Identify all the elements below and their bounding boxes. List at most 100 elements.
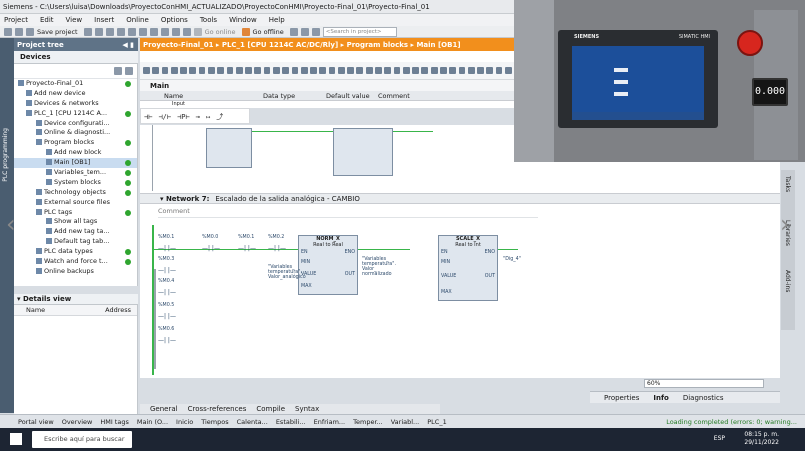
scale-x-block[interactable]: SCALE_X Real to Int EN ENO MIN VALUE OUT… — [438, 235, 498, 301]
editor-tool-icon[interactable] — [198, 67, 206, 74]
open-editor-tab[interactable]: Calenta... — [237, 418, 268, 426]
compile-icon[interactable] — [149, 27, 158, 36]
ladder-canvas[interactable]: ▾ Network 7: Escalado de la salida analó… — [140, 125, 780, 378]
details-col-address[interactable]: Address — [105, 306, 131, 314]
open-editor-tab[interactable]: Tiempos — [201, 418, 228, 426]
contact-symbol[interactable]: —| |— — [158, 290, 176, 296]
editor-tool-icon[interactable] — [245, 67, 252, 74]
editor-tool-icon[interactable] — [226, 67, 234, 74]
editor-tool-icon[interactable] — [365, 67, 373, 74]
go-offline-icon[interactable] — [241, 27, 250, 36]
tree-item[interactable]: Program blocks — [14, 138, 137, 148]
previous-block-1[interactable] — [206, 128, 252, 168]
open-editor-tab[interactable]: Variabl... — [391, 418, 420, 426]
editor-tool-icon[interactable] — [421, 67, 429, 74]
open-editor-tab[interactable]: PLC_1 — [427, 418, 446, 426]
portal-view-button[interactable]: Portal view — [18, 418, 54, 426]
menu-view[interactable]: View — [66, 16, 83, 24]
editor-tool-icon[interactable] — [161, 67, 169, 74]
editor-tool-icon[interactable] — [180, 67, 187, 74]
ladder-element-icon[interactable]: ⊣P⊢ — [177, 113, 190, 121]
tree-item[interactable]: Online backups — [14, 267, 137, 277]
details-col-name[interactable]: Name — [26, 306, 45, 314]
tasks-tab[interactable]: Tasks — [784, 176, 791, 192]
ladder-element-icon[interactable]: ⤴ — [216, 112, 223, 122]
editor-tool-icon[interactable] — [402, 67, 410, 74]
editor-tool-icon[interactable] — [254, 67, 262, 74]
addins-tab[interactable]: Add-ins — [784, 270, 791, 292]
editor-tool-icon[interactable] — [449, 67, 457, 74]
editor-tool-icon[interactable] — [143, 67, 150, 74]
contact-address[interactable]: %M0.2 — [268, 235, 284, 240]
windows-start-icon[interactable] — [10, 433, 22, 445]
open-editor-tab[interactable]: Inicio — [176, 418, 193, 426]
editor-tool-icon[interactable] — [440, 67, 447, 74]
ladder-element-icon[interactable]: ⊣⊢ — [144, 113, 152, 121]
save-project-icon[interactable] — [26, 27, 34, 36]
iface-col-comment[interactable]: Comment — [378, 92, 410, 100]
editor-tool-icon[interactable] — [319, 67, 327, 74]
tree-item[interactable]: System blocks — [14, 178, 137, 188]
menu-online[interactable]: Online — [126, 16, 149, 24]
redo-icon[interactable] — [138, 27, 147, 36]
editor-tool-icon[interactable] — [207, 67, 215, 74]
tree-item[interactable]: Add new block — [14, 148, 137, 158]
contact-symbol[interactable]: —| |— — [238, 246, 256, 252]
paste-icon[interactable] — [116, 27, 125, 36]
tree-item[interactable]: Technology objects — [14, 188, 137, 198]
norm-x-out-tag[interactable]: "Variables_ temperatura". Valor_ normali… — [362, 257, 396, 277]
contact-address[interactable]: %M0.3 — [158, 257, 174, 262]
editor-tool-icon[interactable] — [384, 67, 392, 74]
open-editor-tab[interactable]: Enfriam... — [314, 418, 346, 426]
menu-project[interactable]: Project — [4, 16, 28, 24]
editor-tool-icon[interactable] — [375, 67, 382, 74]
tree-item[interactable]: Watch and force t... — [14, 257, 137, 267]
menu-window[interactable]: Window — [229, 16, 257, 24]
open-editor-tab[interactable]: Temper... — [353, 418, 383, 426]
general-tab[interactable]: General — [150, 405, 178, 413]
editor-tool-icon[interactable] — [495, 67, 503, 74]
contact-address[interactable]: %M0.4 — [158, 279, 174, 284]
editor-tool-icon[interactable] — [235, 67, 243, 74]
tree-item[interactable]: Device configurati... — [14, 119, 137, 129]
contact-symbol[interactable]: —| |— — [158, 338, 176, 344]
tree-item[interactable]: Add new tag ta... — [14, 227, 137, 237]
go-online-icon[interactable] — [193, 27, 202, 36]
tree-item[interactable]: Proyecto-Final_01 — [14, 79, 137, 89]
editor-tool-icon[interactable] — [272, 67, 280, 74]
menu-edit[interactable]: Edit — [40, 16, 54, 24]
editor-tool-icon[interactable] — [458, 67, 466, 74]
contact-address[interactable]: %M0.0 — [202, 235, 218, 240]
cut-icon[interactable] — [94, 27, 103, 36]
menu-options[interactable]: Options — [161, 16, 188, 24]
menu-insert[interactable]: Insert — [94, 16, 114, 24]
menu-tools[interactable]: Tools — [200, 16, 217, 24]
open-editor-tab[interactable]: HMI tags — [100, 418, 129, 426]
network-7-header[interactable]: ▾ Network 7: Escalado de la salida analó… — [140, 193, 780, 204]
editor-tool-icon[interactable] — [467, 67, 475, 74]
iface-col-default[interactable]: Default value — [326, 92, 370, 100]
project-search-input[interactable]: <Search in project> — [322, 26, 397, 37]
editor-tool-icon[interactable] — [170, 67, 178, 74]
collapse-pane-icon[interactable]: ◀ ▮ — [122, 41, 134, 49]
editor-tool-icon[interactable] — [393, 67, 401, 74]
tree-item[interactable]: Default tag tab... — [14, 237, 137, 247]
tree-item[interactable]: Add new device — [14, 89, 137, 99]
copy-icon[interactable] — [105, 27, 114, 36]
ladder-element-icon[interactable]: ⊣/⊢ — [158, 113, 171, 121]
norm-x-value-tag[interactable]: "Variables_ temperatura". Valor_analógic… — [268, 265, 306, 280]
input-language[interactable]: ESP — [714, 435, 725, 442]
tree-item[interactable]: PLC data types — [14, 247, 137, 257]
contact-symbol[interactable]: —| |— — [202, 246, 220, 252]
open-editor-tab[interactable]: Overview — [62, 418, 93, 426]
previous-block-2[interactable] — [333, 128, 393, 176]
editor-tool-icon[interactable] — [347, 67, 354, 74]
contact-symbol[interactable]: —| |— — [158, 268, 176, 274]
cross-reference-icon[interactable] — [300, 27, 309, 36]
menu-help[interactable]: Help — [269, 16, 285, 24]
compile-tab[interactable]: Compile — [256, 405, 285, 413]
editor-tool-icon[interactable] — [310, 67, 317, 74]
ladder-element-icon[interactable]: ↦ — [206, 113, 210, 121]
editor-tool-icon[interactable] — [189, 67, 197, 74]
tree-item[interactable]: PLC tags — [14, 208, 137, 218]
